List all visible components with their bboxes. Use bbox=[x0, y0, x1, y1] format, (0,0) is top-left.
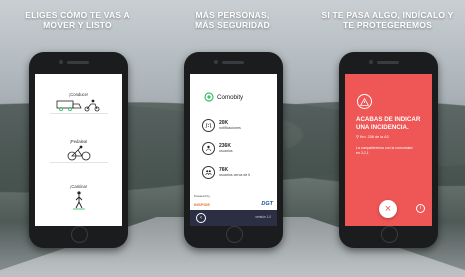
app-name: Comobity bbox=[217, 93, 244, 101]
powered-by-label: Powered by bbox=[194, 194, 210, 198]
phone-screen: ¡Conduce! ¡Pedalea! ¡Camina! bbox=[35, 74, 122, 226]
heading-line: MOVER Y LISTO bbox=[43, 20, 112, 30]
warning-icon bbox=[357, 94, 372, 109]
pedestrian-icon bbox=[72, 191, 85, 210]
panel-heading: SI TE PASA ALGO, INDÍCALO Y TE PROTEGERE… bbox=[314, 10, 461, 30]
stat-nearby-users: 76K usuarios cerca de ti bbox=[202, 166, 250, 179]
heading-line: ELIGES CÓMO TE VAS A bbox=[25, 10, 130, 20]
phone-frame: ¡Conduce! ¡Pedalea! ¡Camina! bbox=[29, 52, 128, 248]
dgt-logo: DGT bbox=[261, 201, 273, 207]
panel-incident: SI TE PASA ALGO, INDÍCALO Y TE PROTEGERE… bbox=[310, 0, 465, 277]
users-icon bbox=[202, 142, 215, 155]
phone-screen: Comobity 20K notificaciones 236K usuario… bbox=[190, 74, 277, 226]
camera-icon bbox=[214, 60, 218, 64]
nearby-users-icon bbox=[202, 166, 215, 179]
panel-community: MÁS PERSONAS, MÁS SEGURIDAD Comobity 20K… bbox=[155, 0, 310, 277]
heading-line: SI TE PASA ALGO, INDÍCALO Y bbox=[321, 10, 454, 20]
panel-heading: ELIGES CÓMO TE VAS A MOVER Y LISTO bbox=[4, 10, 151, 30]
speaker-grille bbox=[222, 61, 244, 64]
back-arrow-icon[interactable]: ‹ bbox=[196, 213, 206, 223]
home-button bbox=[71, 226, 88, 243]
pin-icon: ⚲ bbox=[356, 135, 359, 139]
phone-screen-alert: ACABAS DE INDICAR UNA INCIDENCIA. ⚲ Km. … bbox=[345, 74, 432, 226]
heading-line: TE PROTEGEREMOS bbox=[343, 20, 432, 30]
panel-choose-mode: ELIGES CÓMO TE VAS A MOVER Y LISTO ¡Cond… bbox=[0, 0, 155, 277]
mode-bike[interactable]: ¡Pedalea! bbox=[35, 139, 122, 163]
sponsor-row: Powered by INSPIDE DGT bbox=[194, 184, 273, 207]
share-text: La compartiremos con la comunidad en 3,2… bbox=[356, 146, 413, 155]
phone-frame: Comobity 20K notificaciones 236K usuario… bbox=[184, 52, 283, 248]
stat-users: 236K usuarios bbox=[202, 142, 233, 155]
speaker-grille bbox=[377, 61, 399, 64]
divider bbox=[49, 113, 108, 114]
panel-heading: MÁS PERSONAS, MÁS SEGURIDAD bbox=[159, 10, 306, 30]
car-and-moto-icon bbox=[56, 99, 99, 112]
heading-line: MÁS SEGURIDAD bbox=[195, 20, 270, 30]
phone-frame: ACABAS DE INDICAR UNA INCIDENCIA. ⚲ Km. … bbox=[339, 52, 438, 248]
road-icon bbox=[202, 119, 215, 132]
home-button bbox=[381, 226, 398, 243]
app-brand: Comobity bbox=[204, 92, 243, 102]
app-version: versión 1.0 bbox=[255, 215, 271, 219]
heading-line: MÁS PERSONAS, bbox=[195, 10, 270, 20]
bottom-bar: ‹ versión 1.0 bbox=[190, 210, 277, 226]
mode-drive[interactable]: ¡Conduce! bbox=[35, 92, 122, 114]
powered-by: Powered by INSPIDE bbox=[194, 184, 210, 207]
mode-label: ¡Camina! bbox=[70, 184, 87, 189]
bicycle-icon bbox=[67, 145, 90, 161]
alert-title-line: ACABAS DE INDICAR bbox=[356, 116, 421, 123]
mode-label: ¡Pedalea! bbox=[69, 139, 88, 144]
info-icon[interactable]: i bbox=[416, 204, 425, 213]
stat-caption: usuarios bbox=[219, 149, 233, 154]
comobity-logo-icon bbox=[204, 92, 214, 102]
inspide-logo: INSPIDE bbox=[194, 202, 211, 207]
location-row: ⚲ Km. 206 de la A3 bbox=[356, 134, 389, 139]
location-text: Km. 206 de la A3 bbox=[359, 135, 389, 139]
close-icon[interactable]: × bbox=[379, 200, 397, 218]
speaker-grille bbox=[67, 61, 89, 64]
mode-label: ¡Conduce! bbox=[68, 92, 89, 97]
mode-walk[interactable]: ¡Camina! bbox=[35, 184, 122, 210]
alert-title-line: UNA INCIDENCIA. bbox=[356, 123, 409, 131]
divider bbox=[49, 162, 108, 163]
home-button bbox=[226, 226, 243, 243]
stat-caption: usuarios cerca de ti bbox=[219, 173, 251, 178]
camera-icon bbox=[59, 60, 63, 64]
stat-notifications: 20K notificaciones bbox=[202, 119, 241, 132]
camera-icon bbox=[369, 60, 373, 64]
stat-caption: notificaciones bbox=[219, 126, 241, 131]
alert-title: ACABAS DE INDICAR UNA INCIDENCIA. bbox=[356, 116, 426, 131]
